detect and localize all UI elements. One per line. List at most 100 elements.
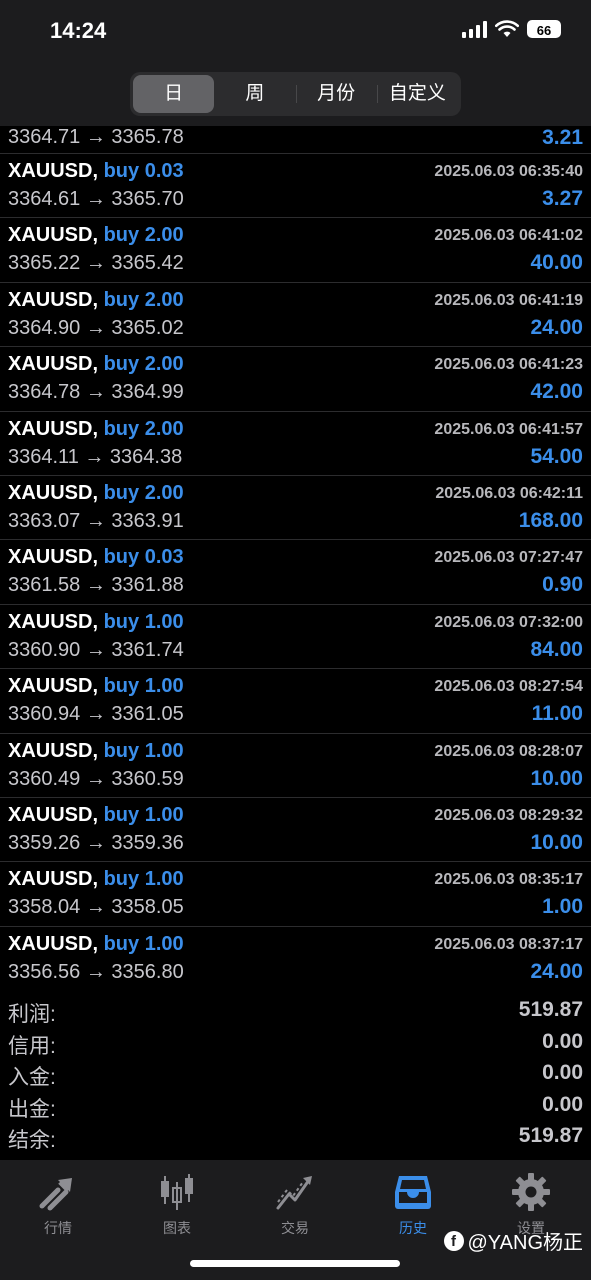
candlestick-chart-icon [161, 1174, 193, 1210]
symbol-name: XAUUSD, [8, 610, 99, 633]
quotes-arrows-icon [39, 1178, 72, 1211]
trade-row[interactable]: XAUUSD, buy 2.00 2025.06.03 06:41:57 3364.… [0, 412, 591, 476]
trade-profit: 11.00 [531, 702, 583, 726]
trade-side-volume: buy 1.00 [103, 675, 184, 698]
trade-row[interactable]: XAUUSD, buy 1.00 2025.06.03 08:29:32 3359.… [0, 798, 591, 863]
trade-profit: 42.00 [530, 380, 583, 404]
trade-profit: 0.90 [542, 573, 583, 597]
symbol-name: XAUUSD, [8, 932, 99, 955]
summary-value: 0.00 [542, 1061, 583, 1084]
trade-datetime: 2025.06.03 08:27:54 [434, 678, 583, 696]
period-tab-month[interactable]: 月份 [295, 75, 377, 113]
status-time: 14:24 [50, 18, 107, 43]
trade-row[interactable]: XAUUSD, buy 2.00 2025.06.03 06:42:11 3363.… [0, 476, 591, 541]
trade-row[interactable]: XAUUSD, buy 2.00 2025.06.03 06:41:23 3364.… [0, 347, 591, 412]
trade-datetime: 2025.06.03 06:35:40 [434, 163, 583, 180]
summary-row: 入金: 0.00 [0, 1059, 591, 1091]
trade-prices: 3364.11 → 3364.38 [8, 445, 183, 468]
period-tab-day[interactable]: 日 [133, 75, 215, 113]
trade-datetime: 2025.06.03 07:27:47 [434, 549, 583, 567]
summary-value: 0.00 [542, 1092, 583, 1116]
trade-profit: 10.00 [530, 830, 583, 854]
symbol-name: XAUUSD, [8, 353, 99, 376]
watermark-text: @YANG杨正 [467, 1232, 584, 1254]
summary-label: 信用: [8, 1034, 56, 1058]
trade-prices: 3359.26 → 3359.36 [8, 831, 184, 854]
period-tab-custom[interactable]: 自定义 [376, 75, 458, 113]
symbol-name: XAUUSD, [8, 481, 99, 504]
tab-label: 图表 [163, 1220, 191, 1236]
trade-row[interactable]: XAUUSD, buy 2.00 2025.06.03 06:41:02 3365.… [0, 218, 591, 283]
trade-prices: 3356.56 → 3356.80 [8, 960, 184, 983]
trade-history-list[interactable]: 3364.71 → 3365.78 3.21 XAUUSD, buy 0.03 2… [0, 126, 591, 990]
trade-side-volume: buy 1.00 [103, 932, 184, 955]
trade-prices: 3358.04 → 3358.05 [8, 896, 184, 919]
wifi-icon [495, 20, 519, 37]
tab-trade[interactable]: 交易 [250, 1172, 340, 1238]
summary-label: 结余: [8, 1129, 56, 1152]
trade-side-volume: buy 0.03 [103, 546, 184, 569]
summary-label: 利润: [8, 1003, 56, 1026]
trade-datetime: 2025.06.03 06:41:57 [434, 420, 583, 438]
trade-symbol: XAUUSD, buy 1.00 [8, 933, 184, 956]
trade-row[interactable]: XAUUSD, buy 0.03 2025.06.03 07:27:47 3361.… [0, 540, 591, 605]
symbol-name: XAUUSD, [8, 160, 99, 182]
period-tab-week[interactable]: 周 [214, 75, 295, 113]
trade-row[interactable]: XAUUSD, buy 1.00 2025.06.03 08:28:07 3360.… [0, 734, 591, 798]
trade-prices: 3364.90 → 3365.02 [8, 316, 184, 339]
trade-symbol: XAUUSD, buy 1.00 [8, 675, 184, 698]
history-inbox-icon [395, 1176, 431, 1209]
trade-datetime: 2025.06.03 06:41:02 [434, 227, 583, 245]
trade-side-volume: buy 1.00 [103, 803, 184, 826]
summary-value: 519.87 [518, 1124, 583, 1147]
symbol-name: XAUUSD, [8, 288, 99, 311]
trade-prices: 3364.71 → 3365.78 [8, 126, 184, 148]
account-summary: 利润: 519.87 信用: 0.00 入金: 0.00 出金: 0.00 结余: 519.87 [0, 996, 591, 1154]
trade-side-volume: buy 2.00 [103, 481, 184, 504]
trade-side-volume: buy 1.00 [103, 610, 184, 633]
trade-datetime: 2025.06.03 08:35:17 [434, 871, 583, 889]
status-bar: 14:24 66 [0, 0, 591, 64]
period-segmented-control: 日 周 月份 自定义 [130, 72, 461, 116]
symbol-name: XAUUSD, [8, 675, 99, 698]
trade-row[interactable]: XAUUSD, buy 1.00 2025.06.03 08:37:17 3356.… [0, 927, 591, 990]
facebook-icon: f [443, 1230, 464, 1251]
trade-profit: 3.21 [542, 126, 583, 149]
summary-row: 利润: 519.87 [0, 996, 591, 1028]
tab-label: 交易 [281, 1220, 309, 1236]
summary-row: 结余: 519.87 [0, 1122, 591, 1154]
trade-row[interactable]: XAUUSD, buy 2.00 2025.06.03 06:41:19 3364.… [0, 283, 591, 348]
trade-row[interactable]: XAUUSD, buy 1.00 2025.06.03 07:32:00 3360.… [0, 605, 591, 670]
cellular-signal-icon [462, 20, 487, 38]
trade-symbol: XAUUSD, buy 2.00 [8, 353, 184, 376]
trade-side-volume: buy 2.00 [103, 417, 184, 440]
summary-value: 0.00 [542, 1029, 583, 1053]
trade-side-volume: buy 1.00 [103, 739, 184, 762]
trade-datetime: 2025.06.03 08:37:17 [434, 935, 583, 953]
trade-row[interactable]: XAUUSD, buy 1.00 2025.06.03 08:27:54 3360.… [0, 669, 591, 734]
status-icons: 66 [462, 20, 561, 38]
trade-datetime: 2025.06.03 08:29:32 [434, 806, 583, 824]
trade-symbol: XAUUSD, buy 2.00 [8, 224, 184, 247]
trade-prices: 3361.58 → 3361.88 [8, 574, 184, 597]
battery-indicator: 66 [527, 20, 561, 38]
symbol-name: XAUUSD, [8, 546, 99, 569]
trade-symbol: XAUUSD, buy 1.00 [8, 740, 184, 763]
gear-icon [512, 1173, 550, 1211]
trade-symbol: XAUUSD, buy 1.00 [8, 611, 184, 634]
trade-profit: 84.00 [530, 637, 583, 661]
trade-row[interactable]: XAUUSD, buy 1.00 2025.06.03 08:35:17 3358.… [0, 862, 591, 927]
trade-side-volume: buy 2.00 [103, 288, 184, 311]
tab-chart[interactable]: 图表 [132, 1172, 222, 1238]
summary-value: 519.87 [518, 998, 583, 1021]
symbol-name: XAUUSD, [8, 739, 99, 762]
trade-symbol: XAUUSD, buy 0.03 [8, 546, 184, 569]
tab-label: 行情 [44, 1220, 72, 1236]
tab-quotes[interactable]: 行情 [13, 1172, 103, 1238]
trade-profit: 40.00 [530, 251, 583, 275]
trade-row[interactable]: XAUUSD, buy 0.03 2025.06.03 06:35:40 3364.… [0, 154, 591, 219]
trade-symbol: XAUUSD, buy 1.00 [8, 804, 184, 827]
trade-prices: 3360.94 → 3361.05 [8, 703, 184, 726]
trade-prices: 3364.61 → 3365.70 [8, 188, 184, 210]
trade-row-partial[interactable]: 3364.71 → 3365.78 3.21 [0, 126, 591, 154]
